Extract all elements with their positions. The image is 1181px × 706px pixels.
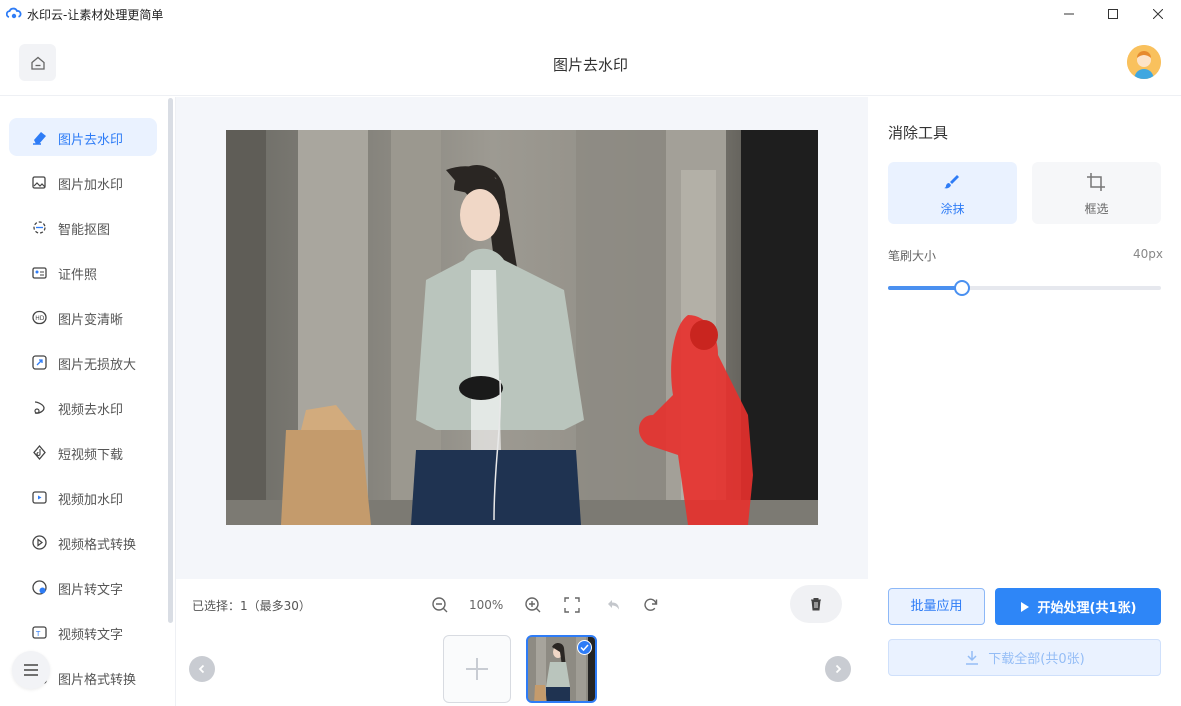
sidebar-item-image-watermark-add[interactable]: 图片加水印 bbox=[9, 163, 157, 201]
delete-button[interactable] bbox=[790, 585, 842, 623]
sidebar-item-image-upscale[interactable]: 图片无损放大 bbox=[9, 343, 157, 381]
brush-size-slider[interactable] bbox=[888, 280, 1161, 296]
sidebar-item-label: 图片转文字 bbox=[58, 583, 124, 598]
play-icon bbox=[1020, 601, 1029, 612]
user-avatar-icon bbox=[1127, 45, 1161, 79]
prev-button[interactable] bbox=[189, 656, 215, 682]
download-all-label: 下载全部(共0张) bbox=[988, 652, 1085, 667]
maximize-icon bbox=[1108, 9, 1118, 19]
reset-button[interactable] bbox=[641, 595, 661, 615]
add-image-button[interactable] bbox=[443, 635, 511, 703]
maximize-button[interactable] bbox=[1090, 0, 1136, 28]
zoom-in-button[interactable] bbox=[523, 595, 543, 615]
sidebar-item-label: 图片加水印 bbox=[58, 178, 124, 193]
brush-size-slider-handle[interactable] bbox=[953, 280, 970, 296]
sidebar-item-video-format-convert[interactable]: 视频格式转换 bbox=[9, 523, 157, 561]
brush-size-slider-fill bbox=[888, 286, 962, 290]
sidebar-item-label: 图片去水印 bbox=[58, 133, 124, 148]
chevron-left-icon bbox=[198, 664, 205, 674]
app-logo-icon bbox=[6, 7, 22, 19]
sidebar-item-label: 证件照 bbox=[58, 268, 98, 283]
plus-icon bbox=[466, 658, 488, 680]
title-bar: 水印云-让素材处理更简单 bbox=[0, 0, 1181, 28]
minimize-button[interactable] bbox=[1046, 0, 1092, 28]
zoom-out-icon bbox=[432, 597, 448, 613]
brush-mode-button[interactable]: 涂抹 bbox=[888, 162, 1017, 224]
photo-illustration bbox=[226, 130, 818, 525]
selected-check-icon bbox=[577, 640, 592, 655]
enlarge-icon bbox=[32, 355, 47, 370]
minimize-icon bbox=[1064, 13, 1074, 15]
box-select-mode-label: 框选 bbox=[1084, 202, 1109, 216]
crop-icon bbox=[1087, 173, 1105, 191]
selection-count: 已选择：1（最多30） bbox=[192, 599, 311, 613]
zoom-level: 100% bbox=[469, 598, 504, 612]
close-icon bbox=[1153, 9, 1163, 19]
close-button[interactable] bbox=[1135, 0, 1181, 28]
sidebar-item-label: 图片变清晰 bbox=[58, 313, 124, 328]
brush-mode-label: 涂抹 bbox=[940, 202, 965, 216]
sidebar-item-image-watermark-remove[interactable]: 图片去水印 bbox=[9, 118, 157, 156]
page-title: 图片去水印 bbox=[552, 56, 628, 74]
zoom-out-button[interactable] bbox=[430, 595, 450, 615]
sidebar: 图片去水印 图片加水印 智能抠图 证件照 HD 图片变清晰 图片无损放大 视频去… bbox=[0, 97, 176, 706]
svg-text:T: T bbox=[35, 630, 41, 638]
ocr-video-icon: T bbox=[32, 626, 47, 639]
chevron-right-icon bbox=[835, 664, 842, 674]
sidebar-item-short-video-download[interactable]: 短视频下载 bbox=[9, 433, 157, 471]
sidebar-scrollbar[interactable] bbox=[168, 98, 173, 623]
batch-apply-button[interactable]: 批量应用 bbox=[888, 588, 985, 625]
zoom-in-icon bbox=[525, 597, 541, 613]
trash-icon bbox=[811, 598, 821, 611]
box-select-mode-button[interactable]: 框选 bbox=[1032, 162, 1161, 224]
undo-icon bbox=[608, 600, 619, 610]
fullscreen-icon bbox=[564, 597, 580, 613]
ocr-image-icon bbox=[32, 580, 47, 595]
hd-icon: HD bbox=[32, 310, 47, 325]
sidebar-item-label: 图片无损放大 bbox=[58, 358, 137, 373]
sidebar-item-label: 图片格式转换 bbox=[58, 673, 137, 688]
download-icon bbox=[966, 650, 979, 665]
sidebar-item-id-photo[interactable]: 证件照 bbox=[9, 253, 157, 291]
sidebar-item-video-watermark-remove[interactable]: 视频去水印 bbox=[9, 388, 157, 426]
sidebar-item-label: 视频加水印 bbox=[58, 493, 124, 508]
panel-title: 消除工具 bbox=[888, 124, 949, 142]
sidebar-item-label: 视频转文字 bbox=[58, 628, 124, 643]
sidebar-item-label: 短视频下载 bbox=[58, 448, 124, 463]
download-all-button[interactable]: 下载全部(共0张) bbox=[888, 639, 1161, 676]
header: 图片去水印 bbox=[0, 28, 1181, 96]
eraser-icon bbox=[33, 132, 46, 145]
avatar[interactable] bbox=[1127, 45, 1161, 79]
sidebar-item-image-to-text[interactable]: 图片转文字 bbox=[9, 568, 157, 606]
sidebar-item-label: 视频去水印 bbox=[58, 403, 124, 418]
menu-button[interactable] bbox=[12, 651, 50, 689]
start-processing-label: 开始处理(共1张) bbox=[1037, 601, 1137, 616]
id-card-icon bbox=[32, 267, 47, 279]
cutout-icon bbox=[33, 221, 46, 234]
brush-size-value: 40px bbox=[1133, 247, 1163, 261]
menu-icon bbox=[24, 664, 38, 676]
fit-screen-button[interactable] bbox=[562, 595, 582, 615]
preview-image[interactable] bbox=[226, 130, 818, 525]
brush-size-label: 笔刷大小 bbox=[888, 249, 937, 263]
next-button[interactable] bbox=[825, 656, 851, 682]
svg-text:HD: HD bbox=[35, 315, 45, 322]
brush-icon bbox=[944, 175, 959, 189]
sidebar-item-smart-cutout[interactable]: 智能抠图 bbox=[9, 208, 157, 246]
tiktok-icon bbox=[33, 444, 46, 461]
sidebar-item-label: 视频格式转换 bbox=[58, 538, 137, 553]
sidebar-item-label: 智能抠图 bbox=[58, 223, 111, 238]
refresh-icon bbox=[644, 598, 658, 611]
sidebar-item-video-to-text[interactable]: T 视频转文字 bbox=[9, 613, 157, 651]
sidebar-item-video-watermark-add[interactable]: 视频加水印 bbox=[9, 478, 157, 516]
start-processing-button[interactable]: 开始处理(共1张) bbox=[995, 588, 1161, 625]
video-convert-icon bbox=[32, 535, 47, 550]
video-add-icon bbox=[32, 491, 47, 504]
video-eraser-icon bbox=[34, 401, 45, 414]
image-thumbnail[interactable] bbox=[526, 635, 597, 703]
image-add-icon bbox=[32, 176, 46, 189]
undo-button[interactable] bbox=[603, 595, 623, 615]
window-title: 水印云-让素材处理更简单 bbox=[27, 8, 164, 22]
sidebar-item-image-enhance[interactable]: HD 图片变清晰 bbox=[9, 298, 157, 336]
